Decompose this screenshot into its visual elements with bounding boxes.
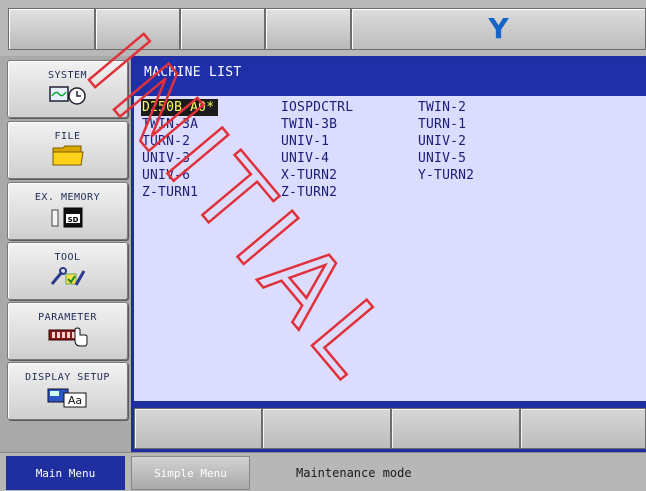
menu-button-display-setup[interactable]: DISPLAY SETUP Aa xyxy=(7,362,128,420)
machine-item[interactable]: UNIV-4 xyxy=(281,150,329,167)
menu-label-tool: TOOL xyxy=(54,252,81,263)
function-key-4[interactable] xyxy=(520,408,646,449)
sd-card-icon: SD xyxy=(50,206,86,232)
machine-item[interactable]: UNIV-1 xyxy=(281,133,329,150)
menu-button-tool[interactable]: TOOL xyxy=(7,242,128,300)
function-key-2[interactable] xyxy=(262,408,391,449)
machine-item[interactable]: UNIV-3 xyxy=(142,150,190,167)
brand-logo: Y xyxy=(488,12,509,45)
function-key-1[interactable] xyxy=(134,408,262,449)
tool-icon xyxy=(48,266,88,292)
function-key-row xyxy=(131,405,646,452)
machine-item[interactable]: TURN-1 xyxy=(418,116,466,133)
parameter-icon xyxy=(47,324,89,352)
folder-icon xyxy=(52,143,84,171)
status-cell-3 xyxy=(180,8,265,50)
menu-label-display-setup: DISPLAY SETUP xyxy=(25,372,110,383)
logo-cell: Y xyxy=(351,8,646,50)
svg-text:Aa: Aa xyxy=(67,394,81,407)
function-key-3[interactable] xyxy=(391,408,520,449)
display-setup-icon: Aa xyxy=(46,386,90,412)
simple-menu-button[interactable]: Simple Menu xyxy=(131,456,250,490)
top-status-bar: Y xyxy=(0,0,646,56)
svg-text:SD: SD xyxy=(67,216,78,224)
machine-item[interactable]: UNIV-5 xyxy=(418,150,466,167)
machine-item[interactable]: Z-TURN1 xyxy=(142,184,198,201)
menu-button-system[interactable]: SYSTEM xyxy=(7,60,128,118)
system-icon xyxy=(48,84,88,110)
machine-item[interactable]: TWIN-3A xyxy=(142,116,198,133)
machine-item[interactable]: TURN-2 xyxy=(142,133,190,150)
menu-button-parameter[interactable]: PARAMETER xyxy=(7,302,128,360)
machine-item[interactable]: UNIV-6 xyxy=(142,167,190,184)
machine-item[interactable]: IOSPDCTRL xyxy=(281,99,353,116)
bottom-status-bar: Main Menu Simple Menu Maintenance mode xyxy=(0,452,646,491)
menu-button-ex-memory[interactable]: EX. MEMORY SD xyxy=(7,182,128,240)
machine-list: D250B-A0* IOSPDCTRL TWIN-2 TWIN-3A TWIN-… xyxy=(134,96,646,401)
status-cell-4 xyxy=(265,8,351,50)
menu-label-parameter: PARAMETER xyxy=(38,312,97,323)
menu-button-file[interactable]: FILE xyxy=(7,121,128,179)
machine-item-selected[interactable]: D250B-A0* xyxy=(141,99,219,116)
machine-item[interactable]: Z-TURN2 xyxy=(281,184,337,201)
mode-status-text: Maintenance mode xyxy=(296,466,412,480)
machine-item[interactable]: UNIV-2 xyxy=(418,133,466,150)
main-menu-button[interactable]: Main Menu xyxy=(6,456,125,490)
machine-item[interactable]: TWIN-2 xyxy=(418,99,466,116)
status-cell-2 xyxy=(95,8,180,50)
menu-label-system: SYSTEM xyxy=(47,70,88,81)
machine-item[interactable]: X-TURN2 xyxy=(281,167,337,184)
machine-item[interactable]: Y-TURN2 xyxy=(418,167,474,184)
menu-label-file: FILE xyxy=(54,131,81,142)
menu-label-ex-memory: EX. MEMORY xyxy=(34,192,101,203)
machine-item[interactable]: TWIN-3B xyxy=(281,116,337,133)
title-bar: MACHINE LIST xyxy=(134,58,646,96)
status-cell-1 xyxy=(8,8,95,50)
main-menu-panel: SYSTEM FILE EX. MEMORY SD TOOL PARAMETER… xyxy=(0,56,131,452)
page-title: MACHINE LIST xyxy=(144,65,242,80)
